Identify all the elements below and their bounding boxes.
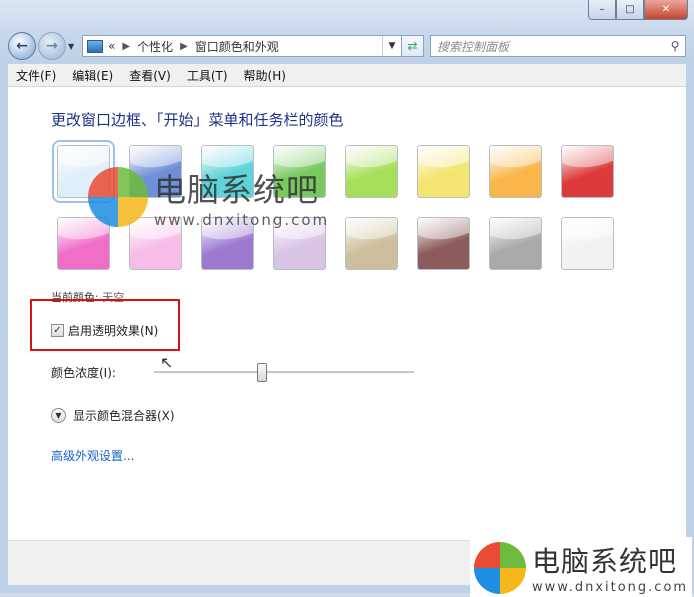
intensity-slider-thumb[interactable] <box>257 363 267 382</box>
watermark-url: www.dnxitong.com <box>154 211 330 229</box>
menu-edit[interactable]: 编辑(E) <box>64 67 121 84</box>
color-swatch[interactable] <box>417 217 470 270</box>
watermark-logo-icon <box>88 167 148 227</box>
watermark-title: 电脑系统吧 <box>154 171 320 209</box>
minimize-button[interactable]: – <box>588 0 616 20</box>
watermark-logo-icon <box>474 541 526 594</box>
breadcrumb-prefix[interactable]: « <box>108 39 115 53</box>
menu-view[interactable]: 查看(V) <box>121 67 179 84</box>
arrow-left-icon: ← <box>16 38 28 54</box>
watermark-corner: 电脑系统吧 www.dnxitong.com <box>470 537 693 597</box>
chevron-right-icon[interactable]: ▶ <box>122 41 130 52</box>
search-placeholder: 搜索控制面板 <box>437 39 510 54</box>
menu-bar: 文件(F) 编辑(E) 查看(V) 工具(T) 帮助(H) <box>8 64 686 87</box>
mouse-cursor-icon: ↖ <box>160 353 174 372</box>
address-dropdown[interactable]: ▼ <box>382 36 401 56</box>
menu-file[interactable]: 文件(F) <box>8 67 64 84</box>
back-button[interactable]: ← <box>8 32 36 60</box>
forward-button[interactable]: → <box>38 32 66 60</box>
recent-pages-dropdown[interactable]: ▼ <box>68 42 78 51</box>
transparency-label[interactable]: 启用透明效果(N) <box>68 322 158 339</box>
color-swatch[interactable] <box>417 145 470 198</box>
transparency-checkbox[interactable]: ✓ <box>51 324 64 337</box>
refresh-button[interactable]: ⇄ <box>402 35 424 57</box>
color-mixer-label[interactable]: 显示颜色混合器(X) <box>73 407 175 424</box>
search-input[interactable]: 搜索控制面板 ⚲ <box>430 35 686 57</box>
menu-help[interactable]: 帮助(H) <box>236 67 294 84</box>
watermark-title: 电脑系统吧 <box>532 545 678 578</box>
menu-tools[interactable]: 工具(T) <box>179 67 236 84</box>
refresh-icon: ⇄ <box>407 39 418 53</box>
transparency-option[interactable]: ✓ 启用透明效果(N) <box>51 322 158 339</box>
intensity-slider-track[interactable] <box>154 371 414 374</box>
breadcrumb-personalization[interactable]: 个性化 <box>137 38 173 55</box>
chevron-right-icon[interactable]: ▶ <box>180 41 188 52</box>
advanced-appearance-link[interactable]: 高级外观设置... <box>51 447 134 464</box>
intensity-label: 颜色浓度(I): <box>51 366 116 380</box>
caption-buttons: – □ ✕ <box>588 0 688 20</box>
breadcrumb-window-color[interactable]: 窗口颜色和外观 <box>195 38 279 55</box>
window: – □ ✕ ← → ▼ « ▶ 个性化 ▶ 窗口颜色和外观 ▼ ⇄ 搜索控制面板… <box>0 0 694 597</box>
watermark-center: 电脑系统吧 www.dnxitong.com <box>88 165 329 229</box>
page-title: 更改窗口边框、「开始」菜单和任务栏的颜色 <box>51 111 344 129</box>
color-mixer-toggle[interactable]: ▼ 显示颜色混合器(X) <box>51 407 175 424</box>
expand-icon[interactable]: ▼ <box>51 408 66 423</box>
color-swatch[interactable] <box>345 145 398 198</box>
color-swatch[interactable] <box>345 217 398 270</box>
navigation-bar: ← → ▼ « ▶ 个性化 ▶ 窗口颜色和外观 ▼ ⇄ 搜索控制面板 ⚲ <box>8 32 686 60</box>
content-area: 更改窗口边框、「开始」菜单和任务栏的颜色 当前颜色: 天空 ✓ 启用透明效果(N… <box>8 87 686 540</box>
close-button[interactable]: ✕ <box>644 0 688 20</box>
search-icon[interactable]: ⚲ <box>665 39 685 53</box>
color-swatch[interactable] <box>489 145 542 198</box>
arrow-right-icon: → <box>46 38 58 54</box>
color-swatch[interactable] <box>561 145 614 198</box>
maximize-button[interactable]: □ <box>616 0 644 20</box>
address-bar[interactable]: « ▶ 个性化 ▶ 窗口颜色和外观 ▼ <box>82 35 402 57</box>
color-swatch[interactable] <box>489 217 542 270</box>
color-swatch[interactable] <box>561 217 614 270</box>
control-panel-icon <box>87 39 103 53</box>
